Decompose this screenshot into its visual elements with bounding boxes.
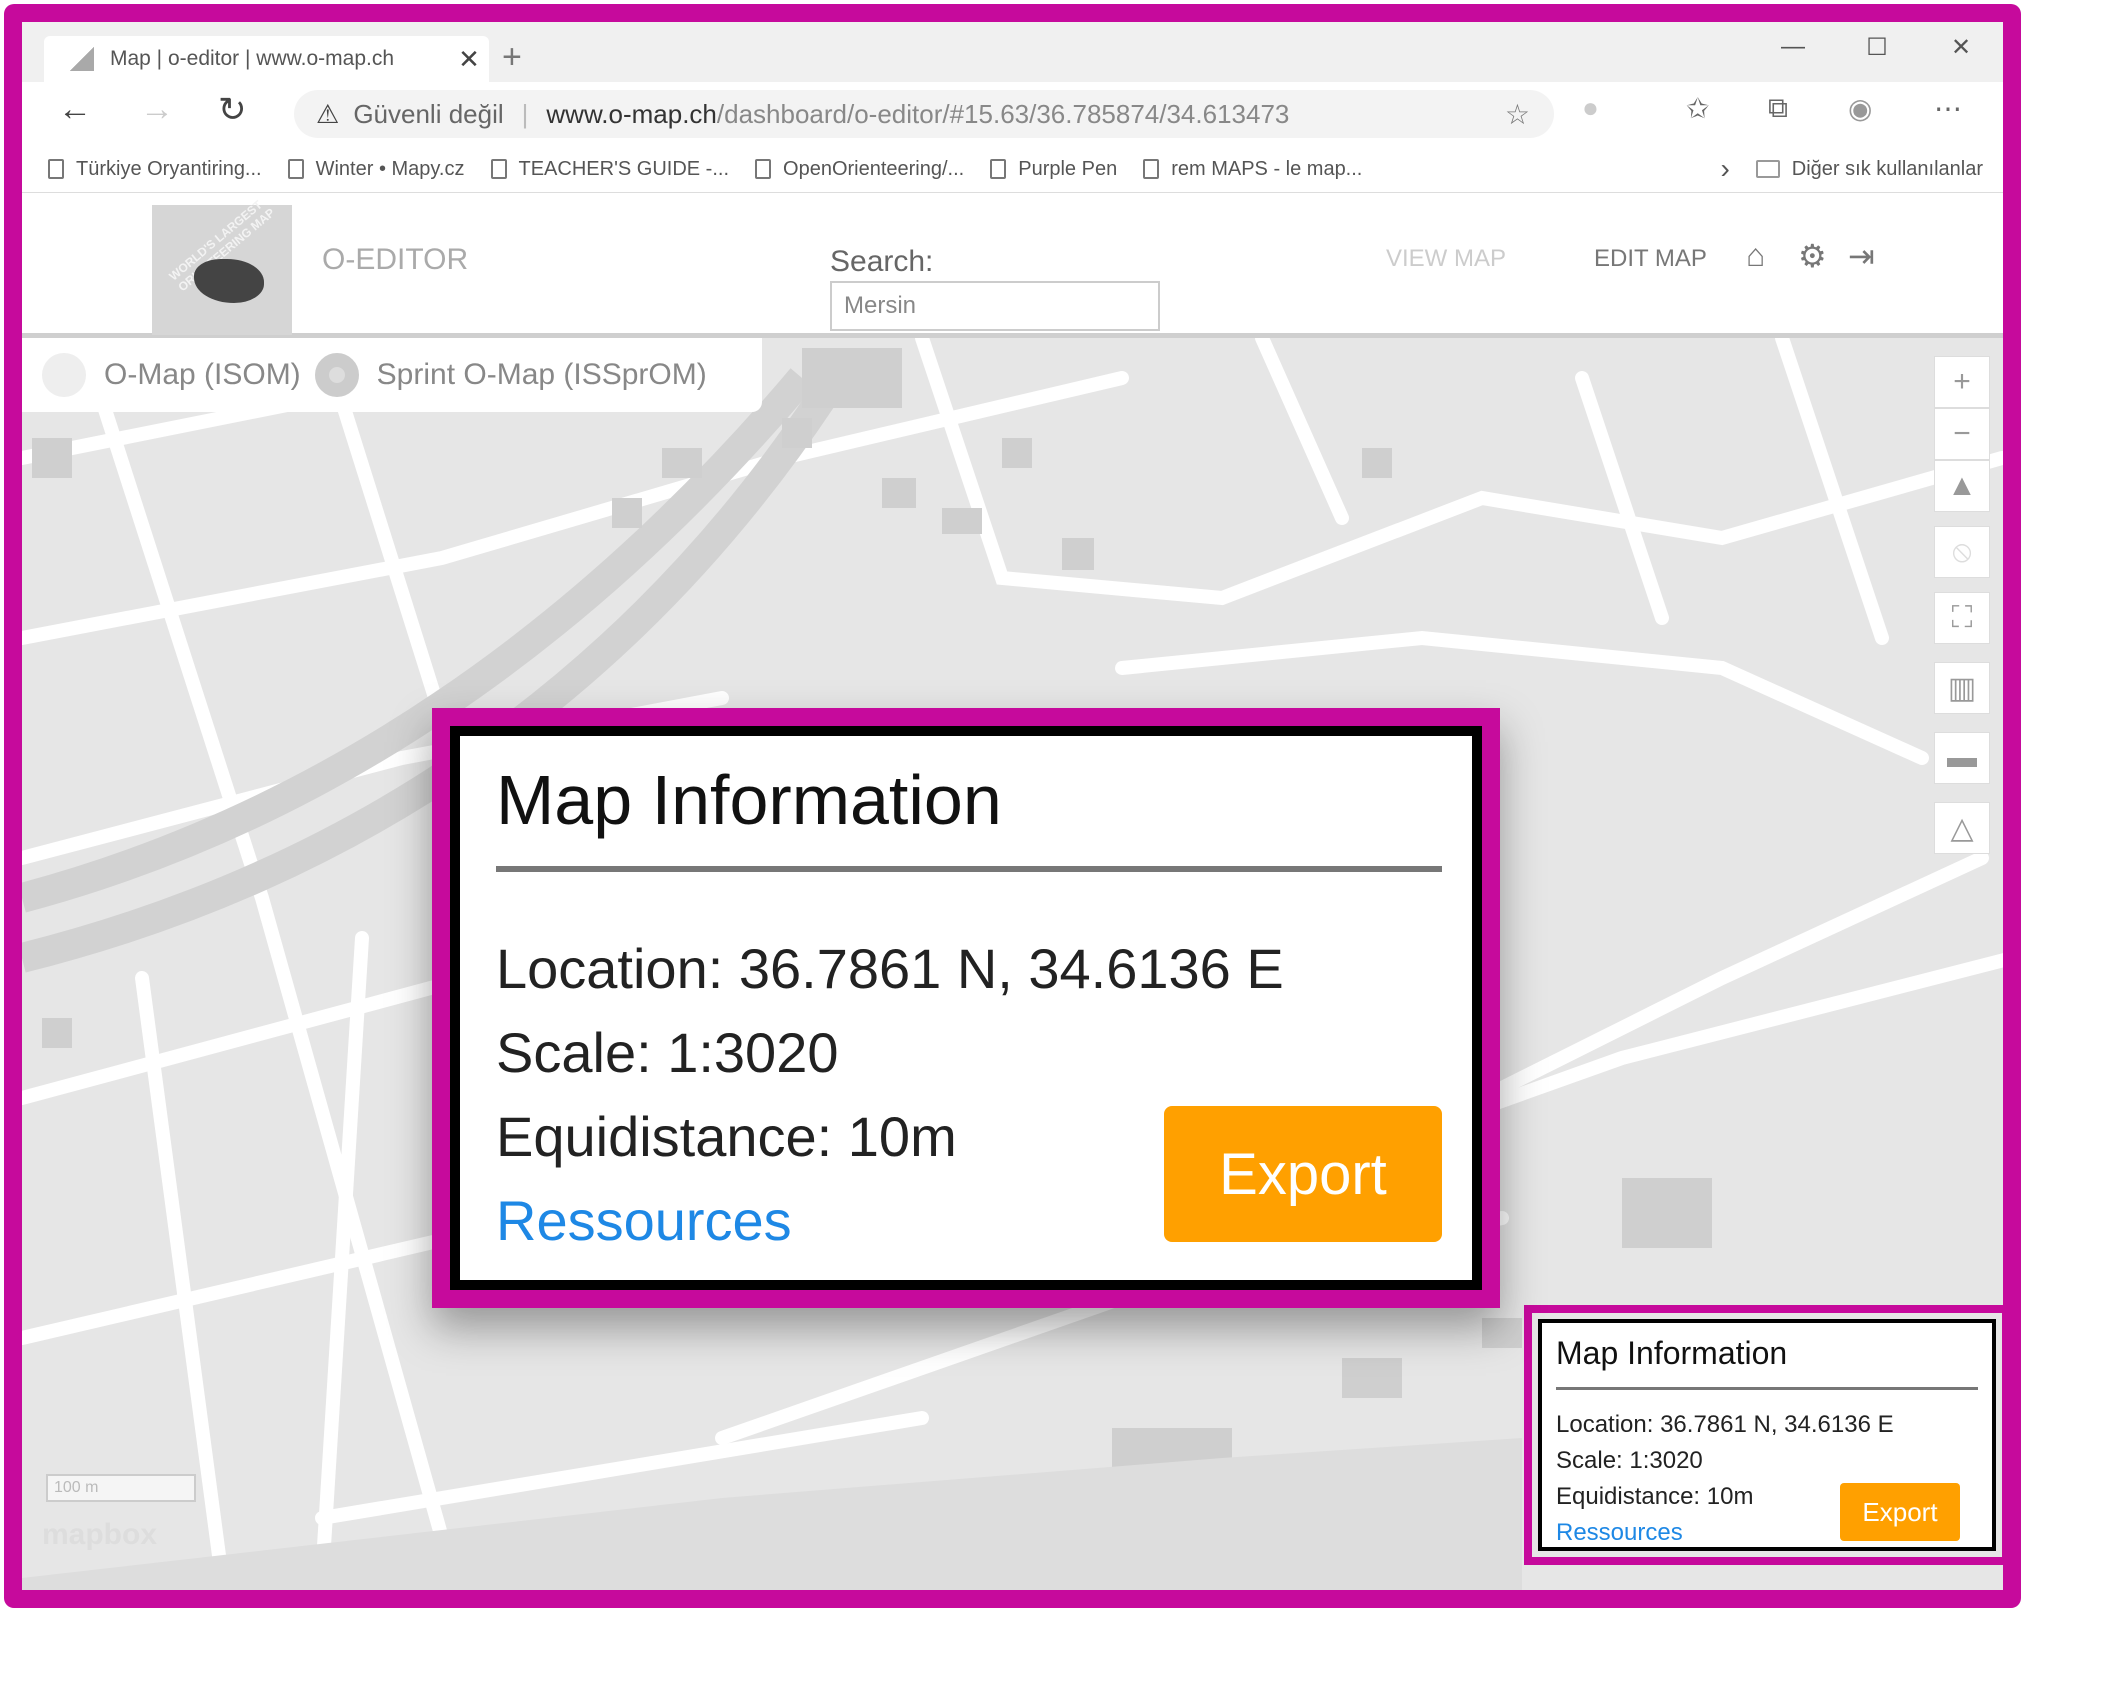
zoomed-scale-text: Scale: 1:3020	[496, 1021, 839, 1084]
chevron-right-icon[interactable]: ›	[1720, 153, 1729, 185]
bookmark-item[interactable]: Winter • Mapy.cz	[287, 157, 465, 181]
map-info-panel: Map Information Location: 36.7861 N, 34.…	[1538, 1319, 1996, 1551]
gear-icon[interactable]: ⚙	[1798, 237, 1827, 275]
address-separator: |	[521, 98, 529, 129]
page-icon	[490, 159, 507, 179]
radio-issprom-label[interactable]: Sprint O-Map (ISSprOM)	[377, 358, 707, 392]
window-controls: — ☐ ✕	[1751, 22, 2003, 72]
bookmark-item[interactable]: TEACHER'S GUIDE -...	[490, 157, 730, 181]
page-icon	[990, 159, 1007, 179]
new-tab-button[interactable]: +	[502, 38, 522, 77]
page-icon	[1143, 159, 1160, 179]
forward-icon[interactable]: →	[140, 90, 174, 129]
fullscreen-icon[interactable]: ⛶	[1934, 592, 1990, 644]
zoomed-resources-link[interactable]: Ressources	[496, 1188, 792, 1253]
address-bar[interactable]: ⚠ Güvenli değil | www.o-map.ch/dashboard…	[294, 90, 1554, 138]
bookmarks-bar: Türkiye Oryantiring... Winter • Mapy.cz …	[22, 146, 2003, 193]
bookmark-label: OpenOrienteering/...	[783, 157, 965, 180]
zoomed-location-text: Location: 36.7861 N, 34.6136 E	[496, 937, 1284, 1000]
bookmark-label: Purple Pen	[1018, 157, 1118, 180]
url-host: www.o-map.ch	[546, 98, 717, 129]
site-header: WORLD'S LARGEST ORIENTEERING MAP O-EDITO…	[22, 193, 2003, 338]
scale-text: Scale: 1:3020	[1556, 1447, 1703, 1474]
tab-title: Map | o-editor | www.o-map.ch	[110, 47, 395, 70]
radio-issprom[interactable]	[314, 353, 359, 397]
export-button[interactable]: Export	[1840, 1483, 1960, 1541]
compass-icon[interactable]: ▲	[1934, 460, 1990, 512]
zoomed-equidistance-text: Equidistance: 10m	[496, 1105, 957, 1168]
bookmark-label: Winter • Mapy.cz	[315, 157, 465, 180]
more-menu-icon[interactable]: ⋯	[1934, 92, 1962, 125]
view-map-link[interactable]: VIEW MAP	[1386, 245, 1506, 273]
screenshot-frame: Map | o-editor | www.o-map.ch ✕ + — ☐ ✕ …	[4, 4, 2021, 1608]
site-logo[interactable]: WORLD'S LARGEST ORIENTEERING MAP	[152, 198, 292, 335]
minimize-button[interactable]: —	[1751, 22, 1835, 72]
search-input[interactable]	[830, 281, 1160, 331]
bookmark-label: rem MAPS - le map...	[1171, 157, 1363, 180]
page-icon	[755, 159, 772, 179]
zoomed-export-button[interactable]: Export	[1164, 1106, 1442, 1242]
browser-tab[interactable]: Map | o-editor | www.o-map.ch ✕	[44, 36, 489, 82]
bookmark-item[interactable]: Purple Pen	[990, 158, 1117, 181]
logout-icon[interactable]: ⇥	[1848, 237, 1875, 275]
browser-toolbar: ← → ↻ ⚠ Güvenli değil | www.o-map.ch/das…	[22, 82, 2003, 146]
map-info-panel-zoomed: Map Information Location: 36.7861 N, 34.…	[450, 726, 1482, 1290]
home-icon[interactable]: ⌂	[1746, 237, 1765, 274]
extension-icon[interactable]: ●	[1582, 92, 1599, 124]
url-path: /dashboard/o-editor/#15.63/36.785874/34.…	[716, 98, 1290, 129]
radio-isom[interactable]	[42, 353, 86, 397]
bookmark-item[interactable]: Türkiye Oryantiring...	[48, 158, 262, 181]
other-bookmarks-label[interactable]: Diğer sık kullanılanlar	[1792, 158, 1983, 181]
radio-isom-label[interactable]: O-Map (ISOM)	[104, 358, 301, 392]
world-map-icon	[194, 259, 264, 303]
panel-title: Map Information	[1556, 1335, 1788, 1371]
ruler-icon[interactable]: ▬	[1934, 732, 1990, 784]
back-icon[interactable]: ←	[58, 90, 92, 129]
security-label: Güvenli değil	[353, 98, 504, 129]
maximize-button[interactable]: ☐	[1835, 22, 1919, 72]
zoomed-panel-divider	[496, 866, 1442, 872]
folder-icon	[1755, 160, 1780, 178]
favorite-star-icon[interactable]: ☆	[1505, 98, 1530, 131]
map-scale-bar: 100 m	[46, 1474, 196, 1502]
geolocate-icon[interactable]: ⦸	[1934, 526, 1990, 578]
terrain-icon[interactable]: △	[1934, 802, 1990, 854]
buildings-3d-icon[interactable]: ▥	[1934, 662, 1990, 714]
map-shoreline	[22, 1438, 1522, 1590]
mapbox-logo[interactable]: mapbox	[42, 1518, 157, 1552]
zoomed-panel-title: Map Information	[496, 761, 1002, 839]
bookmarks-more[interactable]: › Diğer sık kullanılanlar	[1720, 153, 1983, 185]
location-text: Location: 36.7861 N, 34.6136 E	[1556, 1411, 1894, 1438]
zoom-in-button[interactable]: +	[1934, 356, 1990, 408]
panel-divider	[1556, 1387, 1978, 1390]
collections-icon[interactable]: ⧉	[1768, 92, 1788, 125]
bookmark-label: TEACHER'S GUIDE -...	[518, 157, 730, 180]
map-controls: + − ▲ ⦸ ⛶ ▥ ▬ △	[1934, 356, 1990, 854]
tab-close-icon[interactable]: ✕	[449, 44, 489, 75]
page-icon	[287, 159, 304, 179]
browser-tabstrip: Map | o-editor | www.o-map.ch ✕ + — ☐ ✕	[22, 22, 2003, 82]
edit-map-link[interactable]: EDIT MAP	[1594, 245, 1707, 273]
map-type-selector: O-Map (ISOM) Sprint O-Map (ISSprOM)	[22, 338, 762, 412]
favorites-icon[interactable]: ✩	[1686, 92, 1709, 125]
zoom-out-button[interactable]: −	[1934, 408, 1990, 460]
warning-icon: ⚠	[316, 98, 340, 129]
search-label: Search:	[830, 245, 934, 278]
map-info-zoom-callout: Map Information Location: 36.7861 N, 34.…	[432, 708, 1500, 1308]
bookmark-item[interactable]: OpenOrienteering/...	[755, 158, 964, 181]
equidistance-text: Equidistance: 10m	[1556, 1483, 1754, 1510]
profile-avatar-icon[interactable]: ◉	[1848, 92, 1872, 125]
bookmark-item[interactable]: rem MAPS - le map...	[1143, 158, 1362, 181]
bookmark-label: Türkiye Oryantiring...	[76, 157, 262, 180]
favicon-icon	[70, 47, 94, 71]
reload-icon[interactable]: ↻	[218, 90, 247, 130]
brand-title: O-EDITOR	[322, 243, 469, 276]
page-icon	[48, 159, 64, 179]
close-window-button[interactable]: ✕	[1919, 22, 2003, 72]
map-attribution: o-map | © swisstopo | © OpenMapTiles © O…	[931, 1592, 1989, 1608]
resources-link[interactable]: Ressources	[1556, 1519, 1683, 1547]
map-info-panel-highlight: Map Information Location: 36.7861 N, 34.…	[1524, 1305, 2003, 1565]
